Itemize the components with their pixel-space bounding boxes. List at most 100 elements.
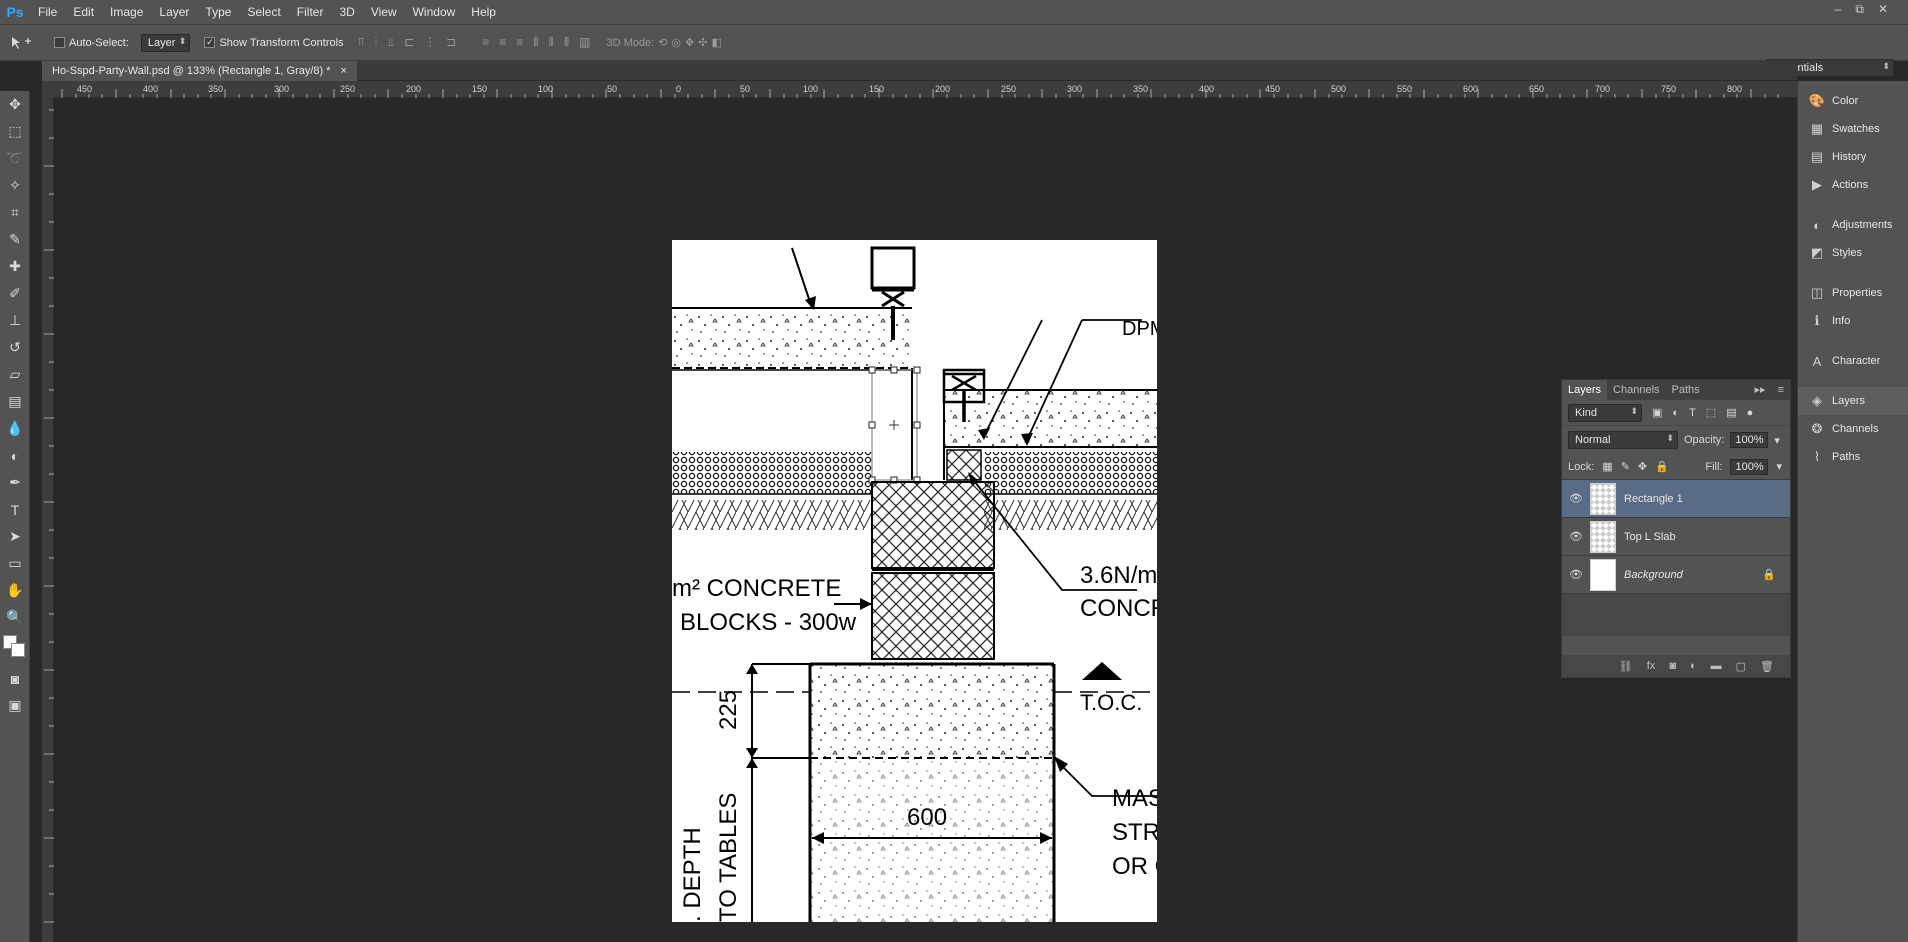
history-brush-icon[interactable]: ↺: [0, 334, 30, 361]
visibility-eye-icon[interactable]: 👁: [1562, 568, 1590, 581]
menu-window[interactable]: Window: [405, 0, 464, 25]
quick-mask-icon[interactable]: ◙: [0, 665, 30, 692]
quick-select-icon[interactable]: ✧: [0, 172, 30, 199]
align-top-icon[interactable]: ⫪: [358, 35, 365, 50]
3d-scale-icon[interactable]: ◧: [711, 36, 721, 49]
eyedropper-icon[interactable]: ✎: [0, 226, 30, 253]
show-transform-option[interactable]: ✓ Show Transform Controls: [204, 37, 344, 49]
horizontal-ruler[interactable]: 450 400 350 300 250 200 150 100 50 0 50 …: [54, 81, 1797, 98]
auto-align-icon[interactable]: ▥: [579, 35, 590, 50]
menu-select[interactable]: Select: [239, 0, 288, 25]
filter-smart-icon[interactable]: ▤: [1726, 406, 1736, 419]
dock-actions[interactable]: ▶ Actions: [1798, 171, 1908, 199]
filter-toggle-icon[interactable]: ●: [1747, 407, 1754, 419]
menu-layer[interactable]: Layer: [151, 0, 197, 25]
lock-all-icon[interactable]: 🔒: [1655, 460, 1669, 473]
layer-style-icon[interactable]: fx: [1647, 660, 1656, 672]
filter-shape-icon[interactable]: ⬚: [1706, 406, 1716, 419]
distribute-right-icon[interactable]: ⦀: [564, 35, 569, 50]
show-transform-checkbox[interactable]: ✓: [204, 37, 216, 48]
restore-button[interactable]: ⧉: [1855, 2, 1864, 17]
lasso-icon[interactable]: ➰: [0, 145, 30, 172]
layer-row[interactable]: 👁 Rectangle 1: [1562, 480, 1790, 518]
vertical-ruler[interactable]: [42, 98, 54, 942]
brush-icon[interactable]: ✐: [0, 280, 30, 307]
auto-select-dropdown[interactable]: Layer: [140, 33, 191, 52]
dock-properties[interactable]: ◫ Properties: [1798, 279, 1908, 307]
delete-layer-icon[interactable]: 🗑: [1760, 660, 1774, 673]
visibility-eye-icon[interactable]: 👁: [1562, 492, 1590, 505]
distribute-top-icon[interactable]: ≡: [482, 35, 489, 50]
dock-swatches[interactable]: ▦ Swatches: [1798, 115, 1908, 143]
dock-info[interactable]: ℹ Info: [1798, 307, 1908, 335]
path-select-icon[interactable]: ➤: [0, 523, 30, 550]
lock-position-icon[interactable]: ✥: [1638, 460, 1647, 473]
menu-view[interactable]: View: [363, 0, 405, 25]
background-color[interactable]: [11, 643, 25, 657]
align-hcenter-icon[interactable]: ⋮: [424, 35, 436, 50]
healing-icon[interactable]: ✚: [0, 253, 30, 280]
opacity-field[interactable]: 100%: [1730, 432, 1769, 448]
filter-adjustment-icon[interactable]: ◐: [1672, 407, 1679, 419]
lock-transparent-icon[interactable]: ▦: [1602, 460, 1612, 473]
filter-type-icon[interactable]: T: [1689, 407, 1696, 419]
tab-paths[interactable]: Paths: [1666, 380, 1706, 400]
dock-channels[interactable]: ❂ Channels: [1798, 415, 1908, 443]
adjustment-layer-icon[interactable]: ◐: [1690, 660, 1697, 672]
distribute-left-icon[interactable]: ⦀: [533, 35, 538, 50]
align-right-icon[interactable]: ⊐: [446, 35, 456, 50]
auto-select-option[interactable]: Auto-Select:: [54, 37, 129, 49]
menu-filter[interactable]: Filter: [289, 0, 332, 25]
3d-rotate-icon[interactable]: ⟲: [658, 36, 667, 49]
menu-help[interactable]: Help: [463, 0, 504, 25]
blend-mode-dropdown[interactable]: Normal: [1568, 431, 1678, 449]
3d-drag-icon[interactable]: ✥: [685, 36, 694, 49]
zoom-icon[interactable]: 🔍: [0, 604, 30, 631]
stamp-icon[interactable]: ⊥: [0, 307, 30, 334]
blur-icon[interactable]: 💧: [0, 415, 30, 442]
auto-select-checkbox[interactable]: [54, 37, 65, 48]
dock-styles[interactable]: ◩ Styles: [1798, 239, 1908, 267]
dock-character[interactable]: A Character: [1798, 347, 1908, 375]
dock-color[interactable]: 🎨 Color: [1798, 87, 1908, 115]
align-bottom-icon[interactable]: ⫫: [387, 35, 394, 50]
pen-icon[interactable]: ✒: [0, 469, 30, 496]
layer-row[interactable]: 👁 Background 🔒: [1562, 556, 1790, 594]
eraser-icon[interactable]: ▱: [0, 361, 30, 388]
layer-filter-kind[interactable]: Kind: [1568, 403, 1642, 422]
dock-paths[interactable]: ⌇ Paths: [1798, 443, 1908, 471]
move-icon[interactable]: ✥: [0, 91, 30, 118]
layer-row[interactable]: 👁 Top L Slab: [1562, 518, 1790, 556]
filter-pixel-icon[interactable]: ▣: [1652, 406, 1662, 419]
move-tool-preset[interactable]: [10, 36, 32, 50]
link-layers-icon[interactable]: ⛓: [1619, 660, 1633, 673]
crop-icon[interactable]: ⌗: [0, 199, 30, 226]
fill-field[interactable]: 100%: [1730, 458, 1769, 475]
color-swatches[interactable]: [0, 631, 29, 665]
document-tab[interactable]: Ho-Sspd-Party-Wall.psd @ 133% (Rectangle…: [42, 61, 357, 81]
close-window-button[interactable]: ✕: [1878, 2, 1888, 17]
distribute-vcenter-icon[interactable]: ≡: [499, 35, 506, 50]
menu-3d[interactable]: 3D: [331, 0, 362, 25]
panel-collapse-icon[interactable]: ▸▸: [1749, 380, 1772, 400]
visibility-eye-icon[interactable]: 👁: [1562, 530, 1590, 543]
panel-menu-icon[interactable]: ≡: [1772, 380, 1790, 400]
menu-file[interactable]: File: [30, 0, 65, 25]
new-group-icon[interactable]: ▬: [1711, 660, 1722, 672]
gradient-icon[interactable]: ▤: [0, 388, 30, 415]
close-tab-button[interactable]: ×: [341, 61, 347, 81]
screen-mode-icon[interactable]: ▣: [0, 692, 30, 719]
tab-layers[interactable]: Layers: [1562, 380, 1608, 400]
type-icon[interactable]: T: [0, 496, 30, 523]
distribute-hcenter-icon[interactable]: ⦀: [549, 35, 554, 50]
dock-adjustments[interactable]: ◐ Adjustments: [1798, 211, 1908, 239]
3d-roll-icon[interactable]: ◎: [671, 36, 681, 49]
document-canvas[interactable]: DPM m² CONCRETE BLOCKS - 300w 3.6N/mm CO…: [672, 240, 1157, 922]
add-mask-icon[interactable]: ◙: [1669, 660, 1676, 672]
minimize-button[interactable]: –: [1835, 2, 1842, 17]
hand-icon[interactable]: ✋: [0, 577, 30, 604]
ruler-origin[interactable]: [42, 81, 54, 98]
menu-edit[interactable]: Edit: [65, 0, 102, 25]
lock-pixels-icon[interactable]: ✎: [1621, 460, 1630, 473]
dodge-icon[interactable]: ◐: [0, 442, 30, 469]
